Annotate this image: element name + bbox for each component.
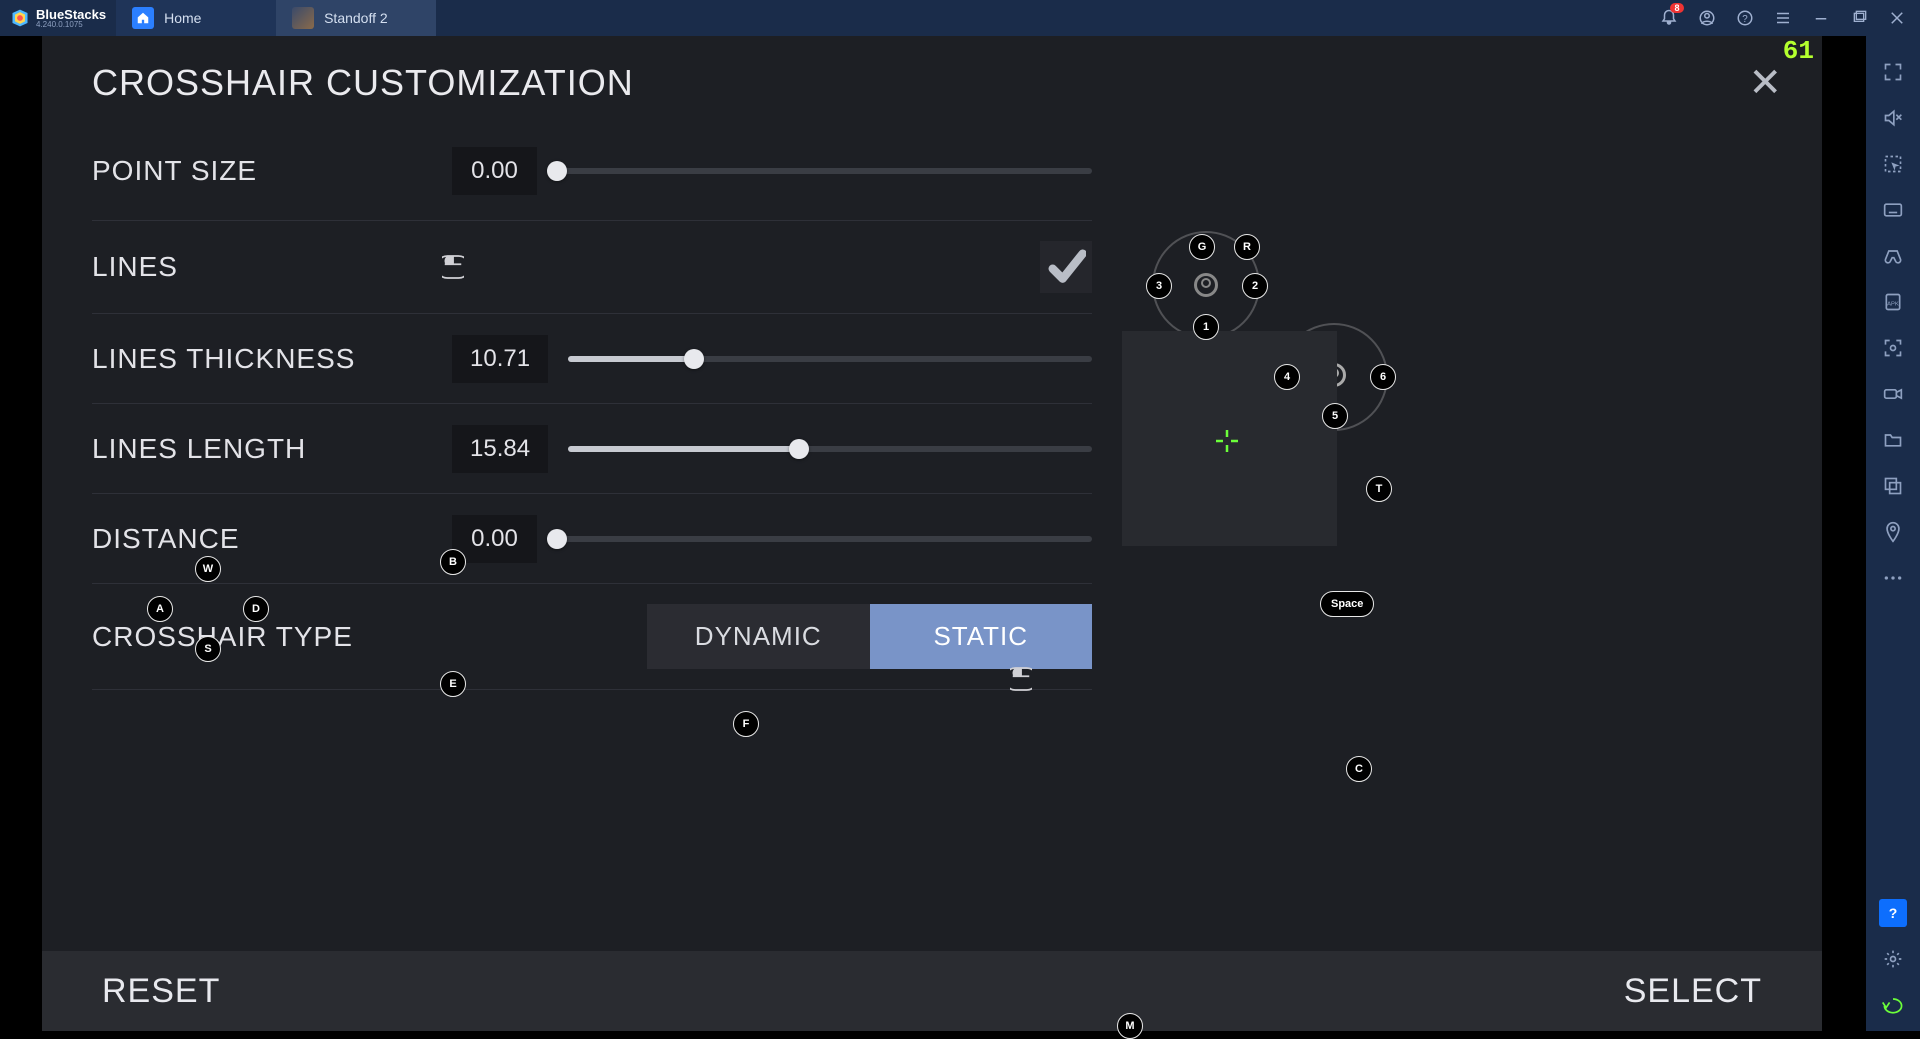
key-3: 3 xyxy=(1146,273,1172,299)
label-distance: DISTANCE xyxy=(92,523,452,555)
ring-center-1-icon xyxy=(1194,273,1218,297)
account-button[interactable] xyxy=(1694,5,1720,31)
menu-button[interactable] xyxy=(1770,5,1796,31)
slider-point-size[interactable] xyxy=(557,168,1092,174)
type-dynamic[interactable]: DYNAMIC xyxy=(647,604,870,669)
key-f: F xyxy=(733,711,759,737)
value-thickness[interactable]: 10.71 xyxy=(452,335,548,383)
row-thickness: LINES THICKNESS 10.71 xyxy=(92,314,1092,404)
key-r: R xyxy=(1234,234,1260,260)
panel-header: CROSSHAIR CUSTOMIZATION ✕ xyxy=(42,36,1822,116)
help-icon[interactable]: ? xyxy=(1879,899,1907,927)
emulator-logo: BlueStacks 4.240.0.1075 xyxy=(0,8,116,29)
sidebar: APK ? xyxy=(1866,36,1920,1031)
bluestacks-icon xyxy=(10,8,30,28)
mouse-icon-2 xyxy=(1010,665,1032,693)
slider-distance[interactable] xyxy=(557,536,1092,542)
help-button[interactable]: ? xyxy=(1732,5,1758,31)
value-point-size[interactable]: 0.00 xyxy=(452,147,537,195)
close-window-button[interactable] xyxy=(1884,5,1910,31)
label-length: LINES LENGTH xyxy=(92,433,452,465)
settings-column: POINT SIZE 0.00 LINES xyxy=(92,131,1092,951)
tab-game-label: Standoff 2 xyxy=(324,10,388,26)
key-e: E xyxy=(440,671,466,697)
maximize-button[interactable] xyxy=(1846,5,1872,31)
slider-thickness[interactable] xyxy=(568,356,1092,362)
titlebar-right: 8 ? xyxy=(1656,5,1920,31)
content: POINT SIZE 0.00 LINES xyxy=(92,131,1782,951)
tab-game[interactable]: Standoff 2 xyxy=(276,0,436,36)
mouse-icon xyxy=(442,253,464,281)
row-length: LINES LENGTH 15.84 xyxy=(92,404,1092,494)
location-icon[interactable] xyxy=(1879,518,1907,546)
key-d: D xyxy=(243,596,269,622)
lines-checkbox[interactable] xyxy=(1040,241,1092,293)
label-type: CROSSHAIR TYPE xyxy=(92,621,452,653)
svg-text:?: ? xyxy=(1742,14,1748,25)
game-icon xyxy=(292,7,314,29)
key-t: T xyxy=(1366,476,1392,502)
footer: RESET M SELECT xyxy=(42,951,1822,1031)
value-distance[interactable]: 0.00 xyxy=(452,515,537,563)
notifications-button[interactable]: 8 xyxy=(1656,5,1682,31)
svg-text:APK: APK xyxy=(1887,301,1899,307)
select-button[interactable]: SELECT xyxy=(1624,972,1762,1011)
game-panel: CROSSHAIR CUSTOMIZATION ✕ POINT SIZE 0.0… xyxy=(42,36,1822,1031)
tabs: Home Standoff 2 xyxy=(116,0,436,36)
key-c: C xyxy=(1346,756,1372,782)
crosshair-icon xyxy=(1216,430,1238,452)
gamepad-icon[interactable] xyxy=(1879,242,1907,270)
screenshot-icon[interactable] xyxy=(1879,334,1907,362)
value-length[interactable]: 15.84 xyxy=(452,425,548,473)
key-2: 2 xyxy=(1242,273,1268,299)
preview-column: G R 3 2 1 4 6 5 T Space C xyxy=(1122,131,1452,951)
slider-length[interactable] xyxy=(568,446,1092,452)
key-4: 4 xyxy=(1274,364,1300,390)
row-type: CROSSHAIR TYPE DYNAMIC STATIC xyxy=(92,584,1092,690)
key-space: Space xyxy=(1320,591,1374,617)
home-icon xyxy=(132,7,154,29)
back-icon[interactable] xyxy=(1879,991,1907,1019)
key-1: 1 xyxy=(1193,314,1219,340)
titlebar: BlueStacks 4.240.0.1075 Home Standoff 2 … xyxy=(0,0,1920,36)
emulator-version: 4.240.0.1075 xyxy=(36,21,106,29)
key-g: G xyxy=(1189,234,1215,260)
key-a: A xyxy=(147,596,173,622)
volume-mute-icon[interactable] xyxy=(1879,104,1907,132)
tab-home[interactable]: Home xyxy=(116,0,276,36)
key-5: 5 xyxy=(1322,403,1348,429)
keyboard-icon[interactable] xyxy=(1879,196,1907,224)
fps-counter: 61 xyxy=(1783,36,1814,66)
label-lines: LINES xyxy=(92,251,452,283)
minimize-button[interactable] xyxy=(1808,5,1834,31)
key-b: B xyxy=(440,549,466,575)
settings-icon[interactable] xyxy=(1879,945,1907,973)
multiinstance-icon[interactable] xyxy=(1879,472,1907,500)
selection-icon[interactable] xyxy=(1879,150,1907,178)
apk-icon[interactable]: APK xyxy=(1879,288,1907,316)
label-thickness: LINES THICKNESS xyxy=(92,343,452,375)
row-distance: DISTANCE 0.00 xyxy=(92,494,1092,584)
emulator-name: BlueStacks xyxy=(36,8,106,21)
key-s: S xyxy=(195,636,221,662)
fullscreen-icon[interactable] xyxy=(1879,58,1907,86)
key-w: W xyxy=(195,556,221,582)
key-m: M xyxy=(1117,1013,1143,1039)
close-panel-button[interactable]: ✕ xyxy=(1748,60,1782,106)
app-area: 61 CROSSHAIR CUSTOMIZATION ✕ POINT SIZE … xyxy=(0,36,1866,1031)
notif-badge: 8 xyxy=(1670,3,1684,13)
folder-icon[interactable] xyxy=(1879,426,1907,454)
label-point-size: POINT SIZE xyxy=(92,155,452,187)
more-icon[interactable] xyxy=(1879,564,1907,592)
reset-button[interactable]: RESET xyxy=(102,972,220,1011)
row-point-size: POINT SIZE 0.00 xyxy=(92,131,1092,221)
row-lines: LINES xyxy=(92,221,1092,314)
type-static[interactable]: STATIC xyxy=(870,604,1093,669)
tab-home-label: Home xyxy=(164,10,201,26)
key-6: 6 xyxy=(1370,364,1396,390)
record-icon[interactable] xyxy=(1879,380,1907,408)
panel-title: CROSSHAIR CUSTOMIZATION xyxy=(92,62,634,104)
